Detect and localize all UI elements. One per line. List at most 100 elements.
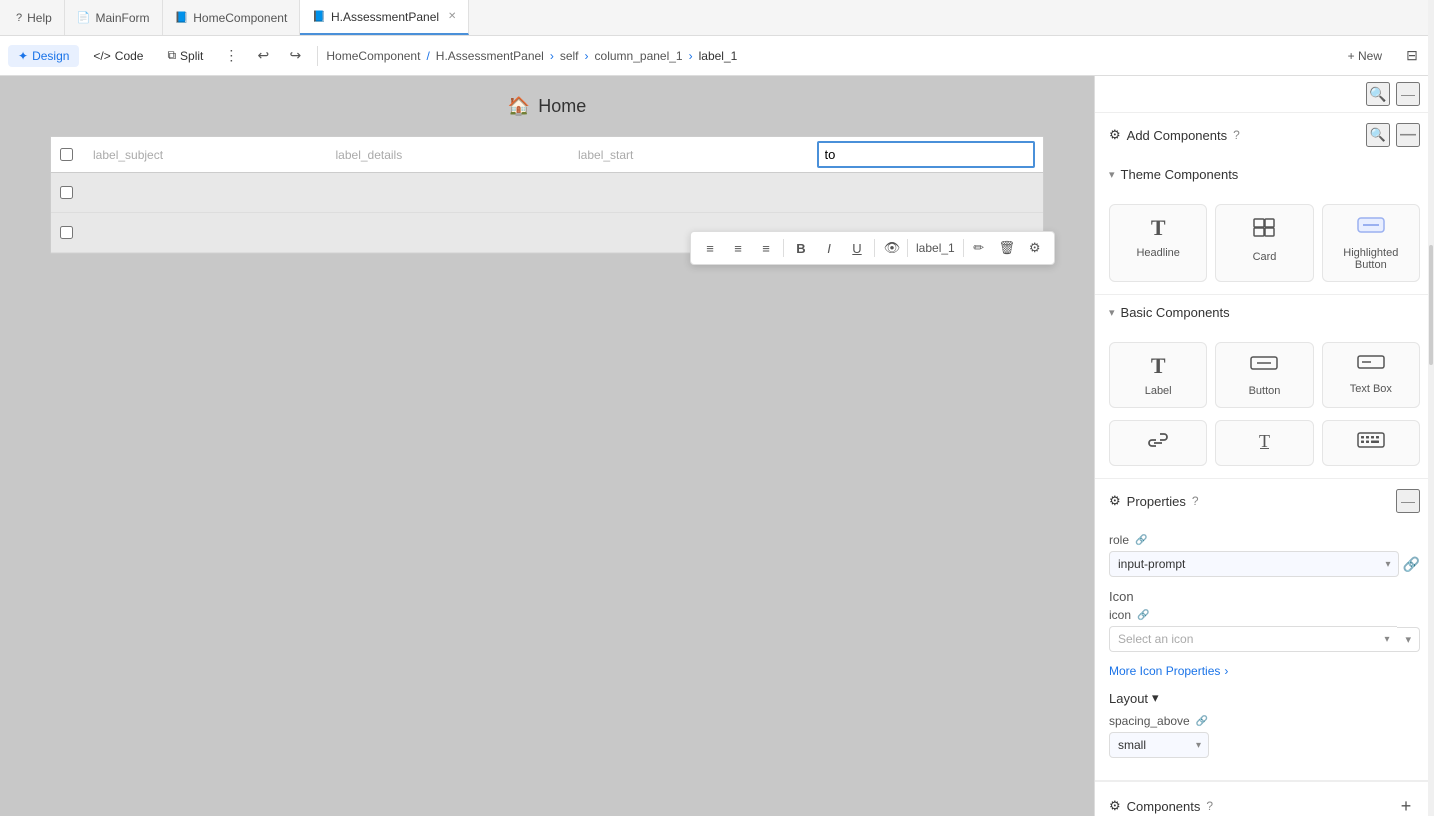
settings-icon: ⚙ xyxy=(1109,127,1121,143)
col-input-cell xyxy=(809,137,1044,172)
icon-select-expand-button[interactable]: ▾ xyxy=(1397,627,1420,652)
tab-assessmentpanel-label: H.AssessmentPanel xyxy=(331,10,439,24)
properties-content: role 🔗 input-prompt display input output… xyxy=(1095,523,1434,780)
header-checkbox-cell xyxy=(51,140,81,169)
design-button[interactable]: ✦ Design xyxy=(8,45,79,67)
component-headline[interactable]: T Headline xyxy=(1109,204,1207,282)
breadcrumb-self[interactable]: self xyxy=(560,49,579,63)
redo-button[interactable]: ↪ xyxy=(281,42,309,70)
sidebar-search-button[interactable]: 🔍 xyxy=(1366,82,1390,106)
code-button[interactable]: </> Code xyxy=(83,45,153,67)
basic-components-section: ▾ Basic Components T Label Butto xyxy=(1095,295,1434,479)
icon-link-icon[interactable]: 🔗 xyxy=(1137,610,1149,621)
icon-select[interactable]: Select an icon xyxy=(1109,626,1397,652)
role-select[interactable]: input-prompt display input output xyxy=(1109,551,1399,577)
row2-checkbox[interactable] xyxy=(60,226,73,239)
row1-col1 xyxy=(81,185,322,201)
spacing-select[interactable]: small medium large none xyxy=(1109,732,1209,758)
breadcrumb-homecomponent[interactable]: HomeComponent xyxy=(326,49,420,63)
component-search-button[interactable]: 🔍 xyxy=(1366,123,1390,147)
component-collapse-button[interactable]: — xyxy=(1396,123,1420,147)
add-components-title: Add Components xyxy=(1127,128,1227,143)
component-label[interactable]: T Label xyxy=(1109,342,1207,408)
row1-checkbox[interactable] xyxy=(60,186,73,199)
more-options-button[interactable]: ⋮ xyxy=(217,42,245,70)
basic-components-left: ▾ Basic Components xyxy=(1109,305,1230,320)
component-keyboard[interactable] xyxy=(1322,420,1420,466)
text-box-icon xyxy=(1357,353,1385,377)
theme-components-toggle[interactable]: ▾ xyxy=(1109,168,1115,181)
visibility-button[interactable]: 👁 xyxy=(879,235,905,261)
components-footer-icon: ⚙ xyxy=(1109,798,1121,814)
edit-properties-button[interactable]: ✏ xyxy=(966,235,992,261)
canvas-title-text: Home xyxy=(538,96,586,117)
toolbar-right: + New ⊟ xyxy=(1338,42,1426,70)
headline-icon: T xyxy=(1151,215,1166,241)
header-checkbox[interactable] xyxy=(60,148,73,161)
component-text[interactable]: T̲ xyxy=(1215,420,1313,466)
spacing-above-link-icon[interactable]: 🔗 xyxy=(1196,716,1208,727)
properties-help-icon[interactable]: ? xyxy=(1192,494,1199,508)
headline-label: Headline xyxy=(1136,247,1179,259)
tab-assessmentpanel-icon: 📘 xyxy=(312,10,326,23)
text-box-label: Text Box xyxy=(1350,383,1392,395)
role-link-icon[interactable]: 🔗 xyxy=(1135,535,1147,546)
more-icon-properties-chevron: › xyxy=(1224,664,1228,678)
tab-help[interactable]: ? Help xyxy=(4,0,65,35)
tab-mainform-label: MainForm xyxy=(96,11,150,25)
underline-button[interactable]: U xyxy=(844,235,870,261)
properties-header[interactable]: ⚙ Properties ? — xyxy=(1095,479,1434,523)
component-highlighted-button[interactable]: Highlighted Button xyxy=(1322,204,1420,282)
row1-checkbox-cell xyxy=(51,178,81,207)
theme-components-header[interactable]: ▾ Theme Components xyxy=(1095,157,1434,192)
components-footer: ⚙ Components ? + xyxy=(1095,781,1434,816)
fmt-sep-2 xyxy=(874,239,875,257)
label-input-field[interactable] xyxy=(817,141,1036,168)
component-text-box[interactable]: Text Box xyxy=(1322,342,1420,408)
tab-bar: ? Help 📄 MainForm 📘 HomeComponent 📘 H.As… xyxy=(0,0,1434,36)
tab-close-icon[interactable]: ✕ xyxy=(448,11,456,22)
row2-col1 xyxy=(81,225,322,241)
right-sidebar: 🔍 — ⚙ Theme Components Add Components ? … xyxy=(1094,76,1434,816)
role-label-text: role xyxy=(1109,533,1129,547)
tab-homecomponent[interactable]: 📘 HomeComponent xyxy=(163,0,301,35)
align-left-button[interactable]: ≡ xyxy=(697,235,723,261)
settings-button[interactable]: ⚙ xyxy=(1022,235,1048,261)
add-components-header[interactable]: ⚙ Theme Components Add Components ? 🔍 — xyxy=(1095,113,1434,157)
design-icon: ✦ xyxy=(18,49,28,63)
components-footer-help-icon[interactable]: ? xyxy=(1206,799,1213,813)
undo-button[interactable]: ↩ xyxy=(249,42,277,70)
component-card[interactable]: Card xyxy=(1215,204,1313,282)
component-button[interactable]: Button xyxy=(1215,342,1313,408)
basic-components-toggle[interactable]: ▾ xyxy=(1109,306,1115,319)
tab-mainform[interactable]: 📄 MainForm xyxy=(65,0,163,35)
canvas-area: 🏠 Home ≡ ≡ ≡ B I U 👁 label_1 ✏ 🗑 ⚙ xyxy=(0,76,1094,816)
properties-collapse-button[interactable]: — xyxy=(1396,489,1420,513)
basic-components-header[interactable]: ▾ Basic Components xyxy=(1095,295,1434,330)
add-component-button[interactable]: + xyxy=(1392,792,1420,816)
sidebar-collapse-button[interactable]: — xyxy=(1396,82,1420,106)
align-right-button[interactable]: ≡ xyxy=(753,235,779,261)
tab-assessmentpanel[interactable]: 📘 H.AssessmentPanel ✕ xyxy=(300,0,469,35)
spacing-above-label: spacing_above 🔗 xyxy=(1109,714,1420,728)
breadcrumb-assessmentpanel[interactable]: H.AssessmentPanel xyxy=(436,49,544,63)
scrollbar[interactable] xyxy=(1428,76,1434,816)
align-center-button[interactable]: ≡ xyxy=(725,235,751,261)
breadcrumb-label1[interactable]: label_1 xyxy=(699,49,738,63)
bold-button[interactable]: B xyxy=(788,235,814,261)
new-button[interactable]: + New xyxy=(1338,45,1392,67)
layout-chevron: ▾ xyxy=(1152,690,1159,706)
tab-help-label: Help xyxy=(27,11,52,25)
italic-button[interactable]: I xyxy=(816,235,842,261)
delete-button[interactable]: 🗑 xyxy=(994,235,1020,261)
component-link[interactable] xyxy=(1109,420,1207,466)
breadcrumb-column-panel[interactable]: column_panel_1 xyxy=(595,49,683,63)
row2-checkbox-cell xyxy=(51,218,81,247)
add-components-help-icon[interactable]: ? xyxy=(1233,128,1240,142)
role-select-wrap: input-prompt display input output ▾ 🔗 xyxy=(1109,551,1420,577)
split-button[interactable]: ⧉ Split xyxy=(157,44,213,67)
layout-view-button[interactable]: ⊟ xyxy=(1398,42,1426,70)
role-binding-icon[interactable]: 🔗 xyxy=(1403,556,1420,573)
icon-select-wrap: Select an icon ▾ ▾ xyxy=(1109,626,1420,652)
more-icon-properties-link[interactable]: More Icon Properties › xyxy=(1109,664,1420,678)
